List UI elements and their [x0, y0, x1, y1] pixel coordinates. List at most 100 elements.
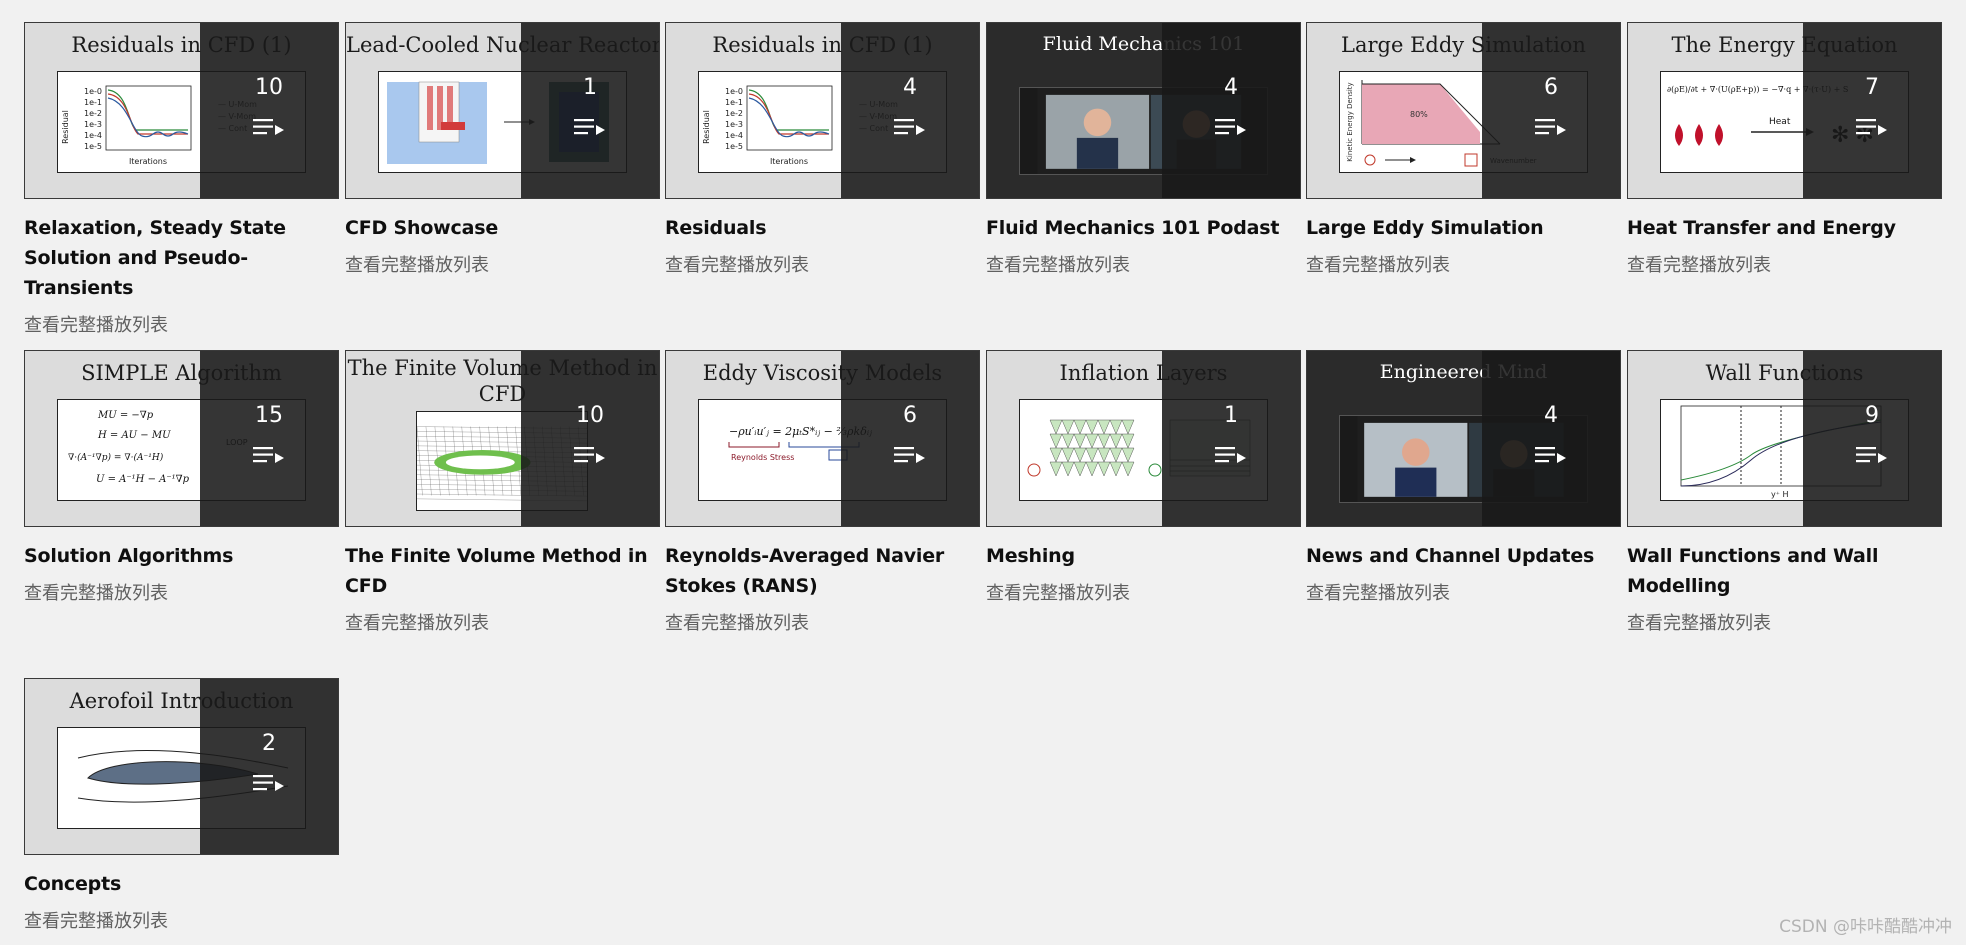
playlist-icon — [1535, 119, 1566, 135]
playlist-count-overlay: 4 — [1162, 23, 1300, 198]
residual-tick: 1e-4 — [84, 131, 102, 140]
svg-text:80%: 80% — [1410, 110, 1428, 119]
playlist-card-3[interactable]: Residuals in CFD (1) Residual 1e-0 1e-1 1e… — [665, 22, 980, 277]
playlist-card-8[interactable]: The Finite Volume Method in CFD 10 The F… — [345, 350, 660, 635]
residual-tick: 1e-5 — [84, 142, 102, 151]
residual-tick: 1e-2 — [84, 109, 102, 118]
playlist-icon — [1215, 119, 1246, 135]
svg-text:U = A⁻¹H − A⁻¹∇p: U = A⁻¹H − A⁻¹∇p — [96, 474, 190, 485]
video-count: 2 — [262, 731, 276, 756]
playlist-card-12[interactable]: Wall Functions y⁺ H 9 Wall Functions and… — [1627, 350, 1942, 635]
video-count: 7 — [1865, 75, 1879, 100]
playlist-card-1[interactable]: Residuals in CFD (1) Residual 1e-0 1e-1 1e… — [24, 22, 339, 337]
playlist-thumbnail[interactable]: Residuals in CFD (1) Residual 1e-0 1e-1 1e… — [665, 22, 980, 199]
residual-tick: 1e-3 — [725, 120, 743, 129]
playlist-title[interactable]: Fluid Mechanics 101 Podast — [986, 213, 1301, 243]
view-full-playlist-link[interactable]: 查看完整播放列表 — [665, 251, 980, 277]
playlist-title[interactable]: Solution Algorithms — [24, 541, 339, 571]
svg-text:Residual: Residual — [61, 110, 70, 144]
playlist-count-overlay: 2 — [200, 679, 338, 854]
svg-text:Reynolds Stress: Reynolds Stress — [731, 453, 794, 462]
playlist-count-overlay: 9 — [1803, 351, 1941, 526]
playlist-card-7[interactable]: SIMPLE Algorithm MU = −∇p H = AU − MU ∇·… — [24, 350, 339, 605]
playlist-thumbnail[interactable]: Residuals in CFD (1) Residual 1e-0 1e-1 1e… — [24, 22, 339, 199]
view-full-playlist-link[interactable]: 查看完整播放列表 — [1306, 579, 1621, 605]
video-count: 6 — [1544, 75, 1558, 100]
residual-tick: 1e-0 — [84, 87, 102, 96]
playlist-title[interactable]: Relaxation, Steady State Solution and Ps… — [24, 213, 339, 303]
playlist-icon — [1856, 447, 1887, 463]
residual-tick: 1e-2 — [725, 109, 743, 118]
playlist-thumbnail[interactable]: SIMPLE Algorithm MU = −∇p H = AU − MU ∇·… — [24, 350, 339, 527]
playlist-thumbnail[interactable]: Aerofoil Introduction 2 — [24, 678, 339, 855]
playlist-thumbnail[interactable]: Eddy Viscosity Models −ρu′ᵢu′ⱼ = 2μₜS*ᵢⱼ… — [665, 350, 980, 527]
playlist-card-2[interactable]: Lead-Cooled Nuclear Reactor 1 CFD Showca… — [345, 22, 660, 277]
playlist-count-overlay: 4 — [1482, 351, 1620, 526]
svg-text:Iterations: Iterations — [770, 157, 808, 166]
csdn-watermark: CSDN @咔咔酷酷冲冲 — [1779, 917, 1952, 937]
playlist-count-overlay: 7 — [1803, 23, 1941, 198]
playlist-card-6[interactable]: The Energy Equation ∂(ρE)/∂t + ∇·(U(ρE+p… — [1627, 22, 1942, 277]
playlist-title[interactable]: Heat Transfer and Energy — [1627, 213, 1942, 243]
playlist-title[interactable]: Reynolds-Averaged Navier Stokes (RANS) — [665, 541, 980, 601]
playlist-title[interactable]: Concepts — [24, 869, 339, 899]
playlist-thumbnail[interactable]: The Finite Volume Method in CFD 10 — [345, 350, 660, 527]
playlist-card-10[interactable]: Inflation Layers 1 Meshing 查看完整播放列表 — [986, 350, 1301, 605]
playlist-icon — [574, 447, 605, 463]
playlist-title[interactable]: Large Eddy Simulation — [1306, 213, 1621, 243]
playlist-icon — [1535, 447, 1566, 463]
playlist-thumbnail[interactable]: Inflation Layers 1 — [986, 350, 1301, 527]
playlist-title[interactable]: The Finite Volume Method in CFD — [345, 541, 660, 601]
playlist-thumbnail[interactable]: Lead-Cooled Nuclear Reactor 1 — [345, 22, 660, 199]
view-full-playlist-link[interactable]: 查看完整播放列表 — [24, 907, 339, 933]
video-count: 10 — [255, 75, 283, 100]
svg-text:Residual: Residual — [702, 110, 711, 144]
view-full-playlist-link[interactable]: 查看完整播放列表 — [986, 251, 1301, 277]
playlist-thumbnail[interactable]: Engineered Mind 4 — [1306, 350, 1621, 527]
view-full-playlist-link[interactable]: 查看完整播放列表 — [24, 579, 339, 605]
playlist-count-overlay: 15 — [200, 351, 338, 526]
playlist-count-overlay: 6 — [1482, 23, 1620, 198]
residual-tick: 1e-4 — [725, 131, 743, 140]
playlist-icon — [574, 119, 605, 135]
view-full-playlist-link[interactable]: 查看完整播放列表 — [1627, 609, 1942, 635]
playlist-card-11[interactable]: Engineered Mind 4 News and Channel Updat… — [1306, 350, 1621, 605]
svg-text:H = AU − MU: H = AU − MU — [97, 430, 171, 441]
playlist-title[interactable]: CFD Showcase — [345, 213, 660, 243]
video-count: 9 — [1865, 403, 1879, 428]
view-full-playlist-link[interactable]: 查看完整播放列表 — [24, 311, 339, 337]
playlist-thumbnail[interactable]: Fluid Mechanics 101 4 — [986, 22, 1301, 199]
playlist-icon — [894, 447, 925, 463]
view-full-playlist-link[interactable]: 查看完整播放列表 — [345, 251, 660, 277]
playlist-title[interactable]: Meshing — [986, 541, 1301, 571]
video-count: 1 — [1224, 403, 1238, 428]
playlist-card-13[interactable]: Aerofoil Introduction 2 Concepts 查看完整播放列… — [24, 678, 339, 933]
svg-text:y⁺ H: y⁺ H — [1771, 490, 1789, 499]
residual-tick: 1e-0 — [725, 87, 743, 96]
playlist-thumbnail[interactable]: The Energy Equation ∂(ρE)/∂t + ∇·(U(ρE+p… — [1627, 22, 1942, 199]
view-full-playlist-link[interactable]: 查看完整播放列表 — [1627, 251, 1942, 277]
playlist-title[interactable]: Residuals — [665, 213, 980, 243]
video-count: 10 — [576, 403, 604, 428]
view-full-playlist-link[interactable]: 查看完整播放列表 — [345, 609, 660, 635]
playlist-count-overlay: 6 — [841, 351, 979, 526]
playlist-thumbnail[interactable]: Wall Functions y⁺ H 9 — [1627, 350, 1942, 527]
residual-tick: 1e-5 — [725, 142, 743, 151]
playlist-count-overlay: 4 — [841, 23, 979, 198]
svg-text:Heat: Heat — [1769, 117, 1791, 127]
playlist-thumbnail[interactable]: Large Eddy Simulation Kinetic Energy Den… — [1306, 22, 1621, 199]
view-full-playlist-link[interactable]: 查看完整播放列表 — [986, 579, 1301, 605]
playlist-count-overlay: 10 — [521, 351, 659, 526]
view-full-playlist-link[interactable]: 查看完整播放列表 — [1306, 251, 1621, 277]
playlist-title[interactable]: News and Channel Updates — [1306, 541, 1621, 571]
playlist-icon — [1856, 119, 1887, 135]
video-count: 4 — [1224, 75, 1238, 100]
playlist-card-4[interactable]: Fluid Mechanics 101 4 Fluid Mechanics 10… — [986, 22, 1301, 277]
playlist-count-overlay: 10 — [200, 23, 338, 198]
playlist-icon — [253, 775, 284, 791]
view-full-playlist-link[interactable]: 查看完整播放列表 — [665, 609, 980, 635]
playlist-card-5[interactable]: Large Eddy Simulation Kinetic Energy Den… — [1306, 22, 1621, 277]
playlist-title[interactable]: Wall Functions and Wall Modelling — [1627, 541, 1942, 601]
playlist-card-9[interactable]: Eddy Viscosity Models −ρu′ᵢu′ⱼ = 2μₜS*ᵢⱼ… — [665, 350, 980, 635]
svg-text:MU = −∇p: MU = −∇p — [97, 410, 154, 421]
